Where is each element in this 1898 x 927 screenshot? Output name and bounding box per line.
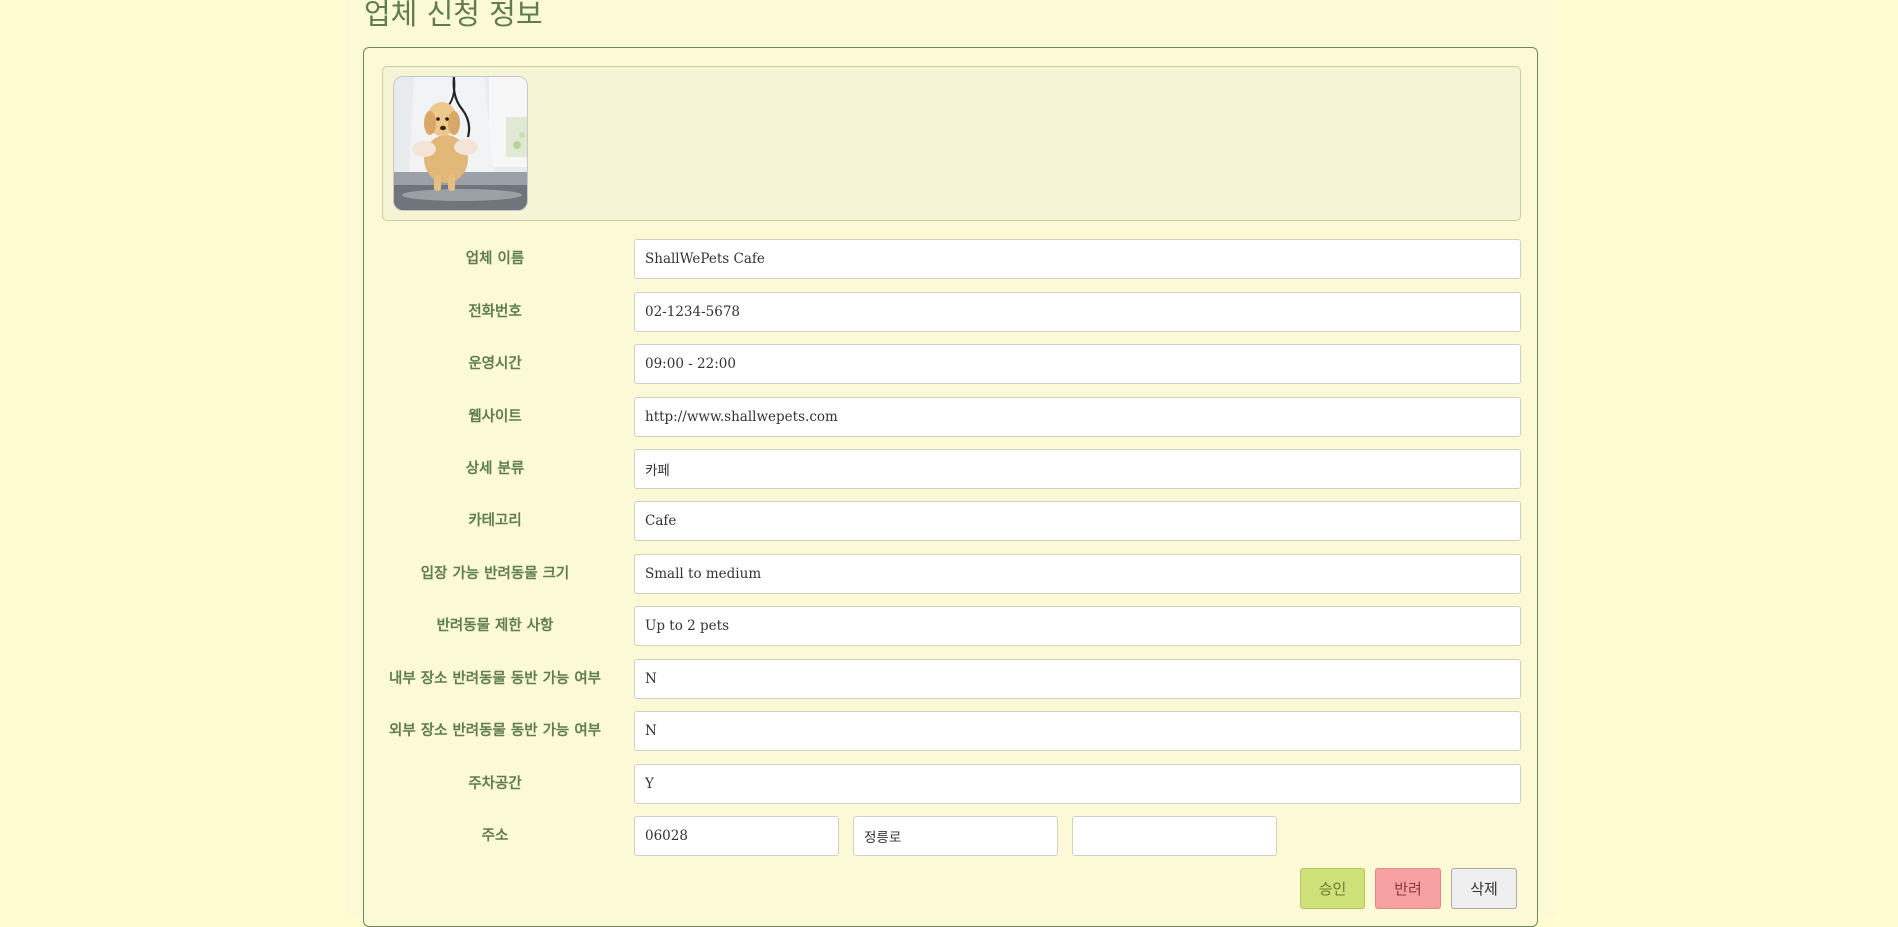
field-row-category: 카테고리 [382,501,1521,541]
field-row-parking: 주차공간 [382,764,1521,804]
business-photo[interactable] [393,76,528,211]
address-label: 주소 [481,828,509,844]
website-input[interactable] [634,397,1521,437]
field-row-hours: 운영시간 [382,344,1521,384]
image-panel [382,66,1521,221]
outdoor-pets-input[interactable] [634,711,1521,751]
category-input[interactable] [634,501,1521,541]
puppy-photo-image [394,77,527,210]
subcategory-label: 상세 분류 [465,461,525,477]
parking-input[interactable] [634,764,1521,804]
phone-input[interactable] [634,292,1521,332]
website-label: 웹사이트 [468,409,522,425]
category-label: 카테고리 [468,513,522,529]
outdoor-pets-label: 외부 장소 반려동물 동반 가능 여부 [389,723,601,739]
postcode-input[interactable] [634,816,839,856]
field-row-business-name: 업체 이름 [382,239,1521,279]
business-name-label: 업체 이름 [465,251,525,267]
field-row-website: 웹사이트 [382,397,1521,437]
reject-button[interactable]: 반려 [1375,868,1441,909]
approve-button[interactable]: 승인 [1300,868,1365,909]
delete-button[interactable]: 삭제 [1451,868,1517,909]
parking-label: 주차공간 [468,776,522,792]
pet-restrictions-label: 반려동물 제한 사항 [436,618,554,634]
address-detail-input[interactable] [1072,816,1277,856]
field-row-outdoor-pets: 외부 장소 반려동물 동반 가능 여부 [382,711,1521,751]
hours-label: 운영시간 [468,356,522,372]
field-row-address: 주소 [382,816,1521,856]
pet-size-label: 입장 가능 반려동물 크기 [420,566,570,582]
subcategory-input[interactable] [634,449,1521,489]
phone-label: 전화번호 [468,304,522,320]
field-row-indoor-pets: 내부 장소 반려동물 동반 가능 여부 [382,659,1521,699]
pet-restrictions-input[interactable] [634,606,1521,646]
indoor-pets-label: 내부 장소 반려동물 동반 가능 여부 [389,671,601,687]
page-container: 업체 신청 정보 업체 이름 ShallWePets Cafe 전화번호 02-… [346,0,1556,927]
field-row-phone: 전화번호 [382,292,1521,332]
pet-size-input[interactable] [634,554,1521,594]
road-address-input[interactable] [853,816,1058,856]
field-row-pet-size: 입장 가능 반려동물 크기 [382,554,1521,594]
indoor-pets-input[interactable] [634,659,1521,699]
page-title: 업체 신청 정보 [364,0,543,31]
field-row-subcategory: 상세 분류 [382,449,1521,489]
field-row-pet-restrictions: 반려동물 제한 사항 [382,606,1521,646]
application-form-card: 업체 이름 전화번호 운영시간 웹사이트 상세 분류 카테고리 입장 가능 반려… [363,47,1538,927]
hours-input[interactable] [634,344,1521,384]
business-name-input[interactable] [634,239,1521,279]
